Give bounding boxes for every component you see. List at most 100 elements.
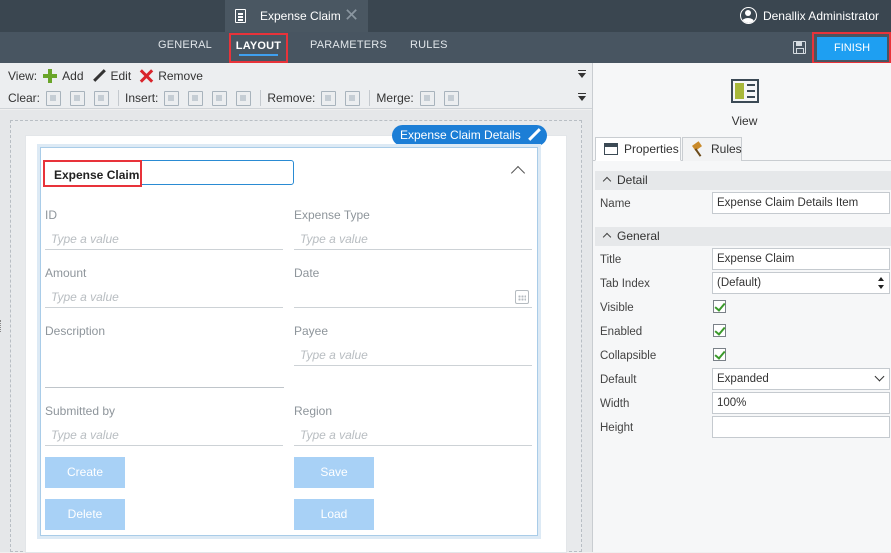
tab-general[interactable]: GENERAL [158,39,212,51]
title-field[interactable]: Expense Claim [712,248,890,270]
spinner-down-icon[interactable] [878,285,884,289]
chevron-up-icon [602,176,612,186]
toolbar-divider [118,90,120,106]
remove-row-icon[interactable] [345,90,361,106]
pencil-icon[interactable] [527,128,541,142]
toolbar-divider [369,90,371,106]
visible-checkbox[interactable] [713,300,726,313]
properties-panel: View Properties Rules Detail Name Expens… [592,63,891,552]
description-label: Description [45,324,106,338]
chevron-up-icon [602,232,612,242]
gavel-icon [691,143,705,155]
date-input[interactable] [294,287,532,308]
clear-column-icon[interactable] [94,90,110,106]
section-detail-header[interactable]: Detail [595,171,891,190]
add-label: Add [62,69,84,83]
user-avatar-icon [739,7,757,24]
plus-icon [43,69,58,83]
width-field[interactable]: 100% [712,392,890,414]
create-button[interactable]: Create [45,457,125,488]
toolbar-collapse-arrow-icon[interactable] [578,93,586,101]
merge-cells-right-icon[interactable] [419,90,435,106]
visible-label: Visible [600,302,634,314]
payee-input[interactable]: Type a value [294,345,532,366]
chevron-up-icon[interactable] [510,165,526,181]
enabled-checkbox[interactable] [713,324,726,337]
collapsible-checkbox[interactable] [713,348,726,361]
id-label: ID [45,208,57,222]
user-menu[interactable]: Denallix Administrator [739,7,879,24]
pencil-icon [92,69,106,83]
submitted-by-input[interactable]: Type a value [45,425,283,446]
toolbar-row-table: Clear: Insert: Remove: Merge: [0,87,592,109]
amount-input[interactable]: Type a value [45,287,283,308]
region-input[interactable]: Type a value [294,425,532,446]
edit-label: Edit [110,69,132,83]
insert-row-above-icon[interactable] [212,90,228,106]
document-icon [235,9,246,23]
insert-column-left-icon[interactable] [164,90,180,106]
description-textarea[interactable] [45,342,284,388]
title-label: Title [600,254,622,266]
tab-layout[interactable]: LAYOUT [229,33,288,63]
view-name-chip[interactable]: Expense Claim Details [392,125,547,146]
edit-view-button[interactable]: Edit [92,69,132,83]
default-label: Default [600,374,637,386]
insert-column-right-icon[interactable] [188,90,204,106]
name-field[interactable]: Expense Claim Details Item [712,192,890,214]
clear-label: Clear: [8,91,41,105]
clear-cell-icon[interactable] [46,90,62,106]
tab-rules-panel[interactable]: Rules [682,137,742,161]
card-title[interactable]: Expense Claim [54,168,139,182]
canvas-resize-grip[interactable] [0,320,3,332]
chevron-down-icon [874,371,885,382]
insert-label: Insert: [125,91,159,105]
insert-row-below-icon[interactable] [236,90,252,106]
close-icon[interactable]: ✕ [344,5,359,25]
save-button[interactable]: Save [294,457,374,488]
form-card[interactable]: Expense Claim ID Type a value Expense Ty… [40,147,538,536]
document-tab[interactable]: Expense Claim ✕ [225,0,368,32]
delete-button[interactable]: Delete [45,499,125,530]
layout-toolbar: View: Add Edit Remove Clear: Insert: Rem… [0,63,592,109]
view-label: View: [8,69,38,83]
merge-cells-down-icon[interactable] [443,90,459,106]
height-field[interactable] [712,416,890,438]
remove-x-icon [139,69,153,83]
tab-properties[interactable]: Properties [595,137,681,161]
active-tab-underline [239,54,278,56]
top-bar: Expense Claim ✕ Denallix Administrator [0,0,891,32]
section-general-header[interactable]: General [595,227,891,246]
name-label: Name [600,198,631,210]
remove-column-icon[interactable] [321,90,337,106]
add-view-button[interactable]: Add [43,69,84,83]
tab-index-value: (Default) [717,277,762,289]
expense-type-label: Expense Type [294,208,370,222]
clear-row-icon[interactable] [70,90,86,106]
default-select[interactable]: Expanded [712,368,890,390]
load-button[interactable]: Load [294,499,374,530]
finish-button[interactable]: FINISH [817,37,887,60]
tab-rules-label: Rules [711,142,742,156]
enabled-label: Enabled [600,326,643,338]
tab-index-field[interactable]: (Default) [712,272,890,294]
height-label: Height [600,422,634,434]
default-select-value: Expanded [717,373,769,385]
section-detail-label: Detail [617,173,648,187]
toolbar-collapse-arrow-icon[interactable] [578,70,586,78]
region-label: Region [294,404,333,418]
toolbar-divider [260,90,262,106]
expense-type-input[interactable]: Type a value [294,229,532,250]
section-general-label: General [617,229,660,243]
view-name-chip-label: Expense Claim Details [400,128,521,142]
tab-rules[interactable]: RULES [410,39,448,51]
document-tab-title: Expense Claim [260,9,341,23]
id-input[interactable]: Type a value [45,229,283,250]
tab-parameters[interactable]: PARAMETERS [310,39,387,51]
save-icon[interactable] [793,41,806,54]
submitted-by-label: Submitted by [45,404,116,418]
spinner-up-icon[interactable] [878,277,884,281]
remove-view-button[interactable]: Remove [139,69,203,83]
panel-tabs: Properties Rules [593,137,891,161]
calendar-icon[interactable] [515,290,529,304]
